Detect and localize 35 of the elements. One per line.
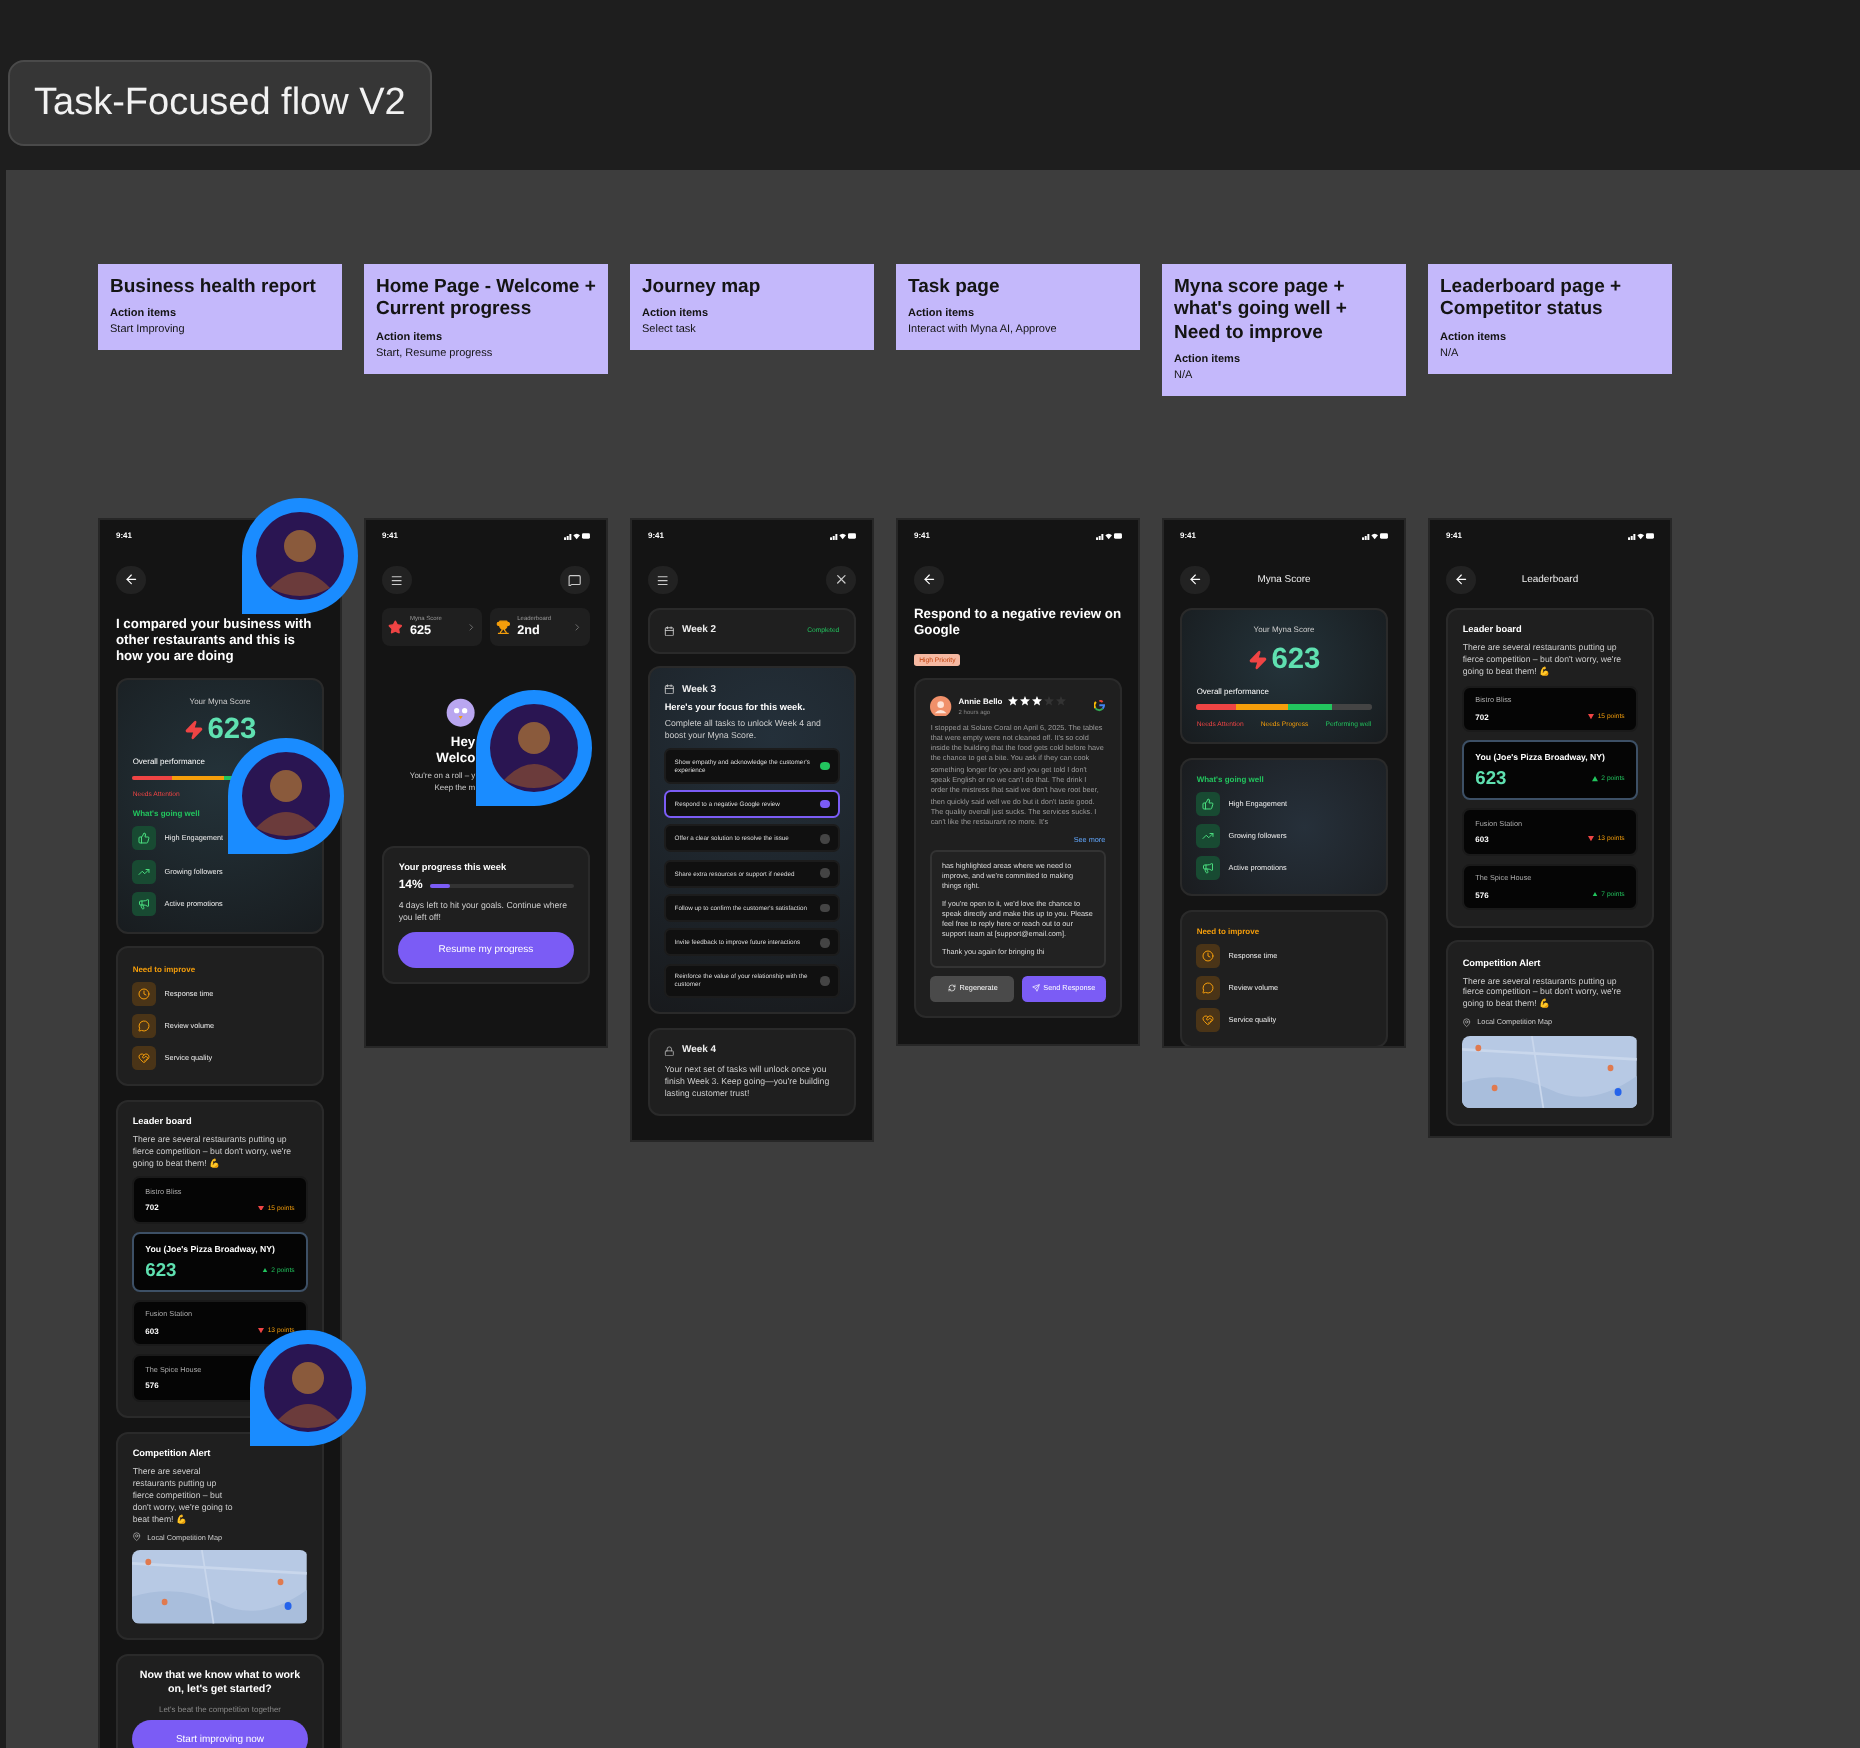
status-icons [1095,532,1122,540]
status-icons [829,532,856,540]
canvas-title: Task-Focused flow V2 [8,60,432,146]
back-button[interactable] [1179,565,1210,595]
note-title: Task page [908,276,1002,299]
note-title: Myna score page + what's going well + Need to improve [1174,276,1349,345]
status-icons [1627,532,1654,540]
score-value: 623 [1271,643,1321,676]
note-title: Leaderboard page + Competitor status [1440,276,1624,322]
mascot-icon [445,698,476,728]
note-title: Home Page - Welcome + Current progress [376,276,596,322]
restaurant-score: 623 [1475,768,1507,789]
status-icons [563,532,590,540]
restaurant-score: 623 [145,1260,177,1281]
menu-button[interactable] [647,565,678,595]
avatar-pin[interactable] [248,1328,368,1448]
status-icons [1361,532,1388,540]
note-title: Business health report [110,276,318,299]
back-button[interactable] [115,565,146,595]
trophy-icon [495,619,511,634]
bolt-icon [1247,649,1268,670]
close-button[interactable] [826,565,856,595]
note-title: Journey map [642,276,763,299]
score-value: 623 [207,714,257,747]
menu-button[interactable] [381,565,412,595]
avatar-pin[interactable] [240,496,360,616]
bolt-icon [183,720,204,741]
back-button[interactable] [913,565,944,595]
star-icon [388,619,404,634]
avatar-icon [930,695,952,717]
google-icon [1094,700,1106,712]
avatar-pin[interactable] [474,688,594,808]
chat-button[interactable] [560,565,590,595]
avatar-pin[interactable] [226,736,346,856]
back-button[interactable] [1445,565,1476,595]
